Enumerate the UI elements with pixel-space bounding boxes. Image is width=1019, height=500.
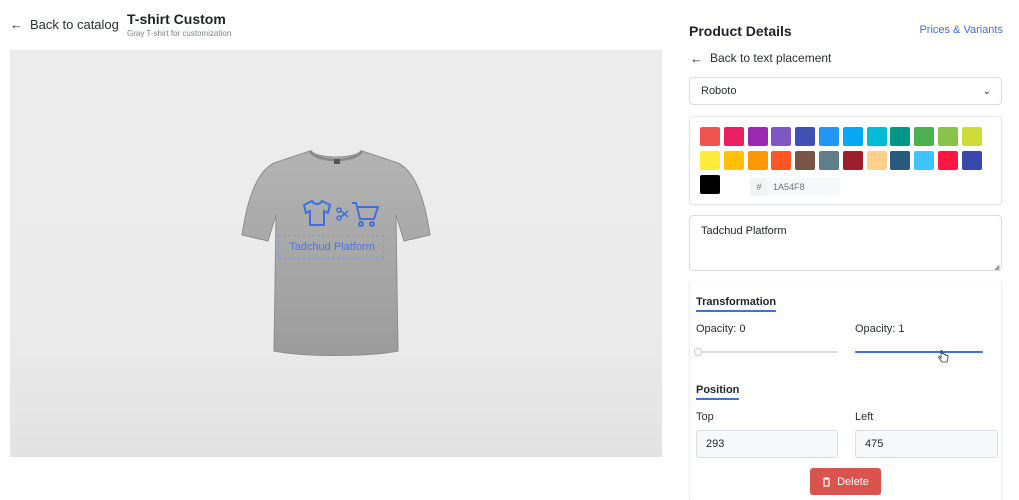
slider-thumb[interactable] (694, 348, 702, 356)
arrow-left-icon: ← (690, 50, 703, 66)
back-to-catalog-link[interactable]: ← Back to catalog (10, 17, 119, 32)
color-swatch[interactable] (723, 151, 744, 170)
font-select-value: Roboto (701, 85, 737, 97)
trash-icon (823, 476, 831, 487)
opacity-slider-left[interactable] (694, 348, 838, 356)
back-to-text-placement-link[interactable]: ← Back to text placement (690, 51, 831, 65)
color-swatch[interactable] (723, 127, 744, 146)
color-swatch[interactable] (819, 127, 839, 146)
top-field: % (696, 430, 838, 458)
top-label: Top (696, 411, 714, 423)
color-swatch[interactable] (747, 127, 768, 146)
color-swatch[interactable] (795, 127, 816, 146)
color-swatch[interactable] (938, 151, 958, 170)
position-heading: Position (696, 384, 740, 400)
color-swatch[interactable] (961, 151, 982, 170)
color-swatch[interactable] (747, 151, 768, 170)
color-swatch[interactable] (771, 127, 792, 146)
color-swatch[interactable] (700, 127, 720, 146)
left-field: % (855, 430, 998, 458)
tshirt-preview: Tadchud Platform (238, 145, 434, 359)
color-swatch[interactable] (771, 151, 792, 170)
hand-cursor-icon (938, 350, 949, 363)
delete-button[interactable]: Delete (810, 468, 881, 495)
text-content-field[interactable]: Tadchud Platform (689, 215, 1002, 271)
color-swatch[interactable] (819, 151, 839, 170)
color-swatch[interactable] (890, 127, 911, 146)
slider-fill (855, 351, 983, 353)
design-text-element[interactable]: Tadchud Platform (282, 241, 382, 253)
left-label: Left (855, 411, 874, 423)
hex-color-input[interactable] (768, 178, 840, 196)
arrow-left-icon: ← (10, 17, 23, 32)
opacity-right-label: Opacity: 1 (855, 323, 905, 335)
left-input[interactable] (856, 431, 997, 457)
top-input[interactable] (697, 431, 837, 457)
opacity-left-label: Opacity: 0 (696, 323, 746, 335)
color-swatch[interactable] (700, 151, 720, 170)
color-swatch[interactable] (961, 127, 982, 146)
prices-variants-link[interactable]: Prices & Variants (919, 24, 1003, 36)
color-swatch[interactable] (842, 151, 863, 170)
font-select[interactable]: Roboto ⌄ (689, 77, 1002, 105)
color-swatch[interactable] (795, 151, 816, 170)
delete-label: Delete (837, 475, 869, 488)
hex-prefix: # (750, 178, 768, 196)
page-subtitle: Gray T-shirt for customization (127, 29, 232, 38)
back-to-catalog-label: Back to catalog (30, 17, 119, 32)
transformation-heading: Transformation (696, 296, 777, 312)
color-swatch[interactable] (914, 151, 935, 170)
panel-title: Product Details (689, 23, 792, 39)
resize-grip-icon[interactable]: ◢ (994, 263, 999, 271)
color-swatch[interactable] (866, 151, 887, 170)
color-swatch[interactable] (914, 127, 935, 146)
page-title: T-shirt Custom (127, 11, 226, 27)
color-swatch[interactable] (700, 175, 720, 194)
chevron-down-icon: ⌄ (982, 85, 991, 97)
color-swatch[interactable] (866, 127, 887, 146)
color-swatch[interactable] (890, 151, 911, 170)
product-canvas[interactable]: Tadchud Platform (10, 50, 662, 457)
color-swatch[interactable] (842, 127, 863, 146)
color-picker: # (689, 116, 1002, 205)
back-to-text-placement-label: Back to text placement (710, 51, 832, 65)
color-swatch[interactable] (938, 127, 958, 146)
opacity-slider-right[interactable] (855, 351, 983, 353)
